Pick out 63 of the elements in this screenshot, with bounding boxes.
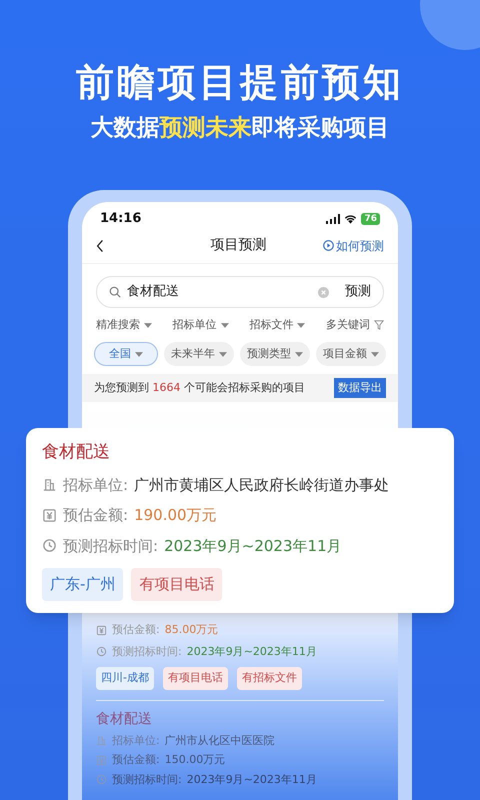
- tag: 有招标文件: [236, 667, 302, 690]
- time-label: 预测招标时间:: [63, 536, 158, 556]
- signal-icon: [326, 214, 340, 224]
- yen-icon: [96, 624, 107, 636]
- search-value: 食材配送: [127, 283, 180, 302]
- filter-chip[interactable]: 预测类型: [240, 342, 310, 366]
- amount-label: 预估金额:: [63, 505, 128, 526]
- battery-indicator: 76: [361, 213, 380, 225]
- tag: 四川-成都: [96, 667, 154, 690]
- clock-icon: [96, 646, 107, 658]
- time-value: 2023年9月~2023年11月: [164, 536, 342, 556]
- unit-value: 广州市黄埔区人民政府长岭街道办事处: [134, 474, 390, 496]
- status-time: 14:16: [100, 210, 142, 228]
- amount-label: 预估金额:: [112, 622, 160, 638]
- search-icon: [109, 286, 121, 298]
- filter-dropdown[interactable]: 招标文件: [249, 316, 306, 334]
- search-field[interactable]: 食材配送 预测: [96, 276, 384, 308]
- wifi-icon: [344, 214, 358, 224]
- help-link[interactable]: 如何预测: [323, 236, 384, 254]
- export-button[interactable]: 数据导出: [334, 378, 386, 398]
- page-title: 项目预测: [210, 236, 266, 255]
- amount-label: 预估金额:: [112, 752, 160, 768]
- unit-label: 招标单位:: [63, 474, 128, 496]
- yen-icon: [96, 754, 107, 766]
- amount-value: 150.00万元: [164, 752, 226, 768]
- unit-label: 招标单位:: [112, 732, 160, 748]
- tag: 有项目电话: [162, 667, 228, 690]
- time-label: 预测招标时间:: [112, 644, 182, 660]
- amount-value: 190.00万元: [134, 505, 217, 526]
- caret-icon: [220, 322, 229, 328]
- caret-icon: [371, 352, 379, 356]
- filter-dropdown[interactable]: 精准搜索: [96, 316, 152, 334]
- building-icon: [42, 477, 57, 492]
- caret-icon: [295, 352, 303, 356]
- filter-chip[interactable]: 未来半年: [164, 342, 234, 366]
- filter-dropdown[interactable]: 招标单位: [172, 316, 229, 334]
- filter-chip[interactable]: 全国: [94, 342, 158, 366]
- result-summary: 为您预测到 1664 个可能会招标采购的项目: [94, 380, 305, 396]
- time-value: 2023年9月~2023年11月: [186, 644, 317, 660]
- headline: 前瞻项目提前预知: [76, 59, 404, 106]
- project-title: 食材配送: [96, 710, 153, 728]
- predict-button[interactable]: 预测: [345, 282, 371, 302]
- filter-dropdown[interactable]: 多关键词: [326, 316, 384, 334]
- tag: 广东-广州: [42, 568, 124, 600]
- caret-icon: [135, 352, 143, 356]
- clock-icon: [96, 774, 107, 786]
- back-icon[interactable]: [96, 238, 104, 252]
- building-icon: [96, 735, 107, 746]
- filter-icon: [374, 320, 384, 330]
- filter-chip[interactable]: 项目金额: [316, 342, 386, 366]
- project-title: 食材配送: [42, 441, 111, 464]
- caret-icon: [297, 322, 306, 328]
- caret-icon: [219, 352, 227, 356]
- play-icon: [323, 240, 334, 251]
- time-label: 预测招标时间:: [112, 772, 182, 788]
- amount-value: 85.00万元: [164, 622, 218, 638]
- yen-icon: [42, 508, 57, 523]
- clock-icon: [42, 538, 57, 554]
- unit-value: 广州市从化区中医医院: [164, 732, 275, 748]
- caret-icon: [144, 322, 152, 328]
- tag: 有项目电话: [131, 568, 222, 600]
- time-value: 2023年9月~2023年11月: [186, 772, 317, 788]
- subheadline: 大数据预测未来即将采购项目: [90, 114, 390, 143]
